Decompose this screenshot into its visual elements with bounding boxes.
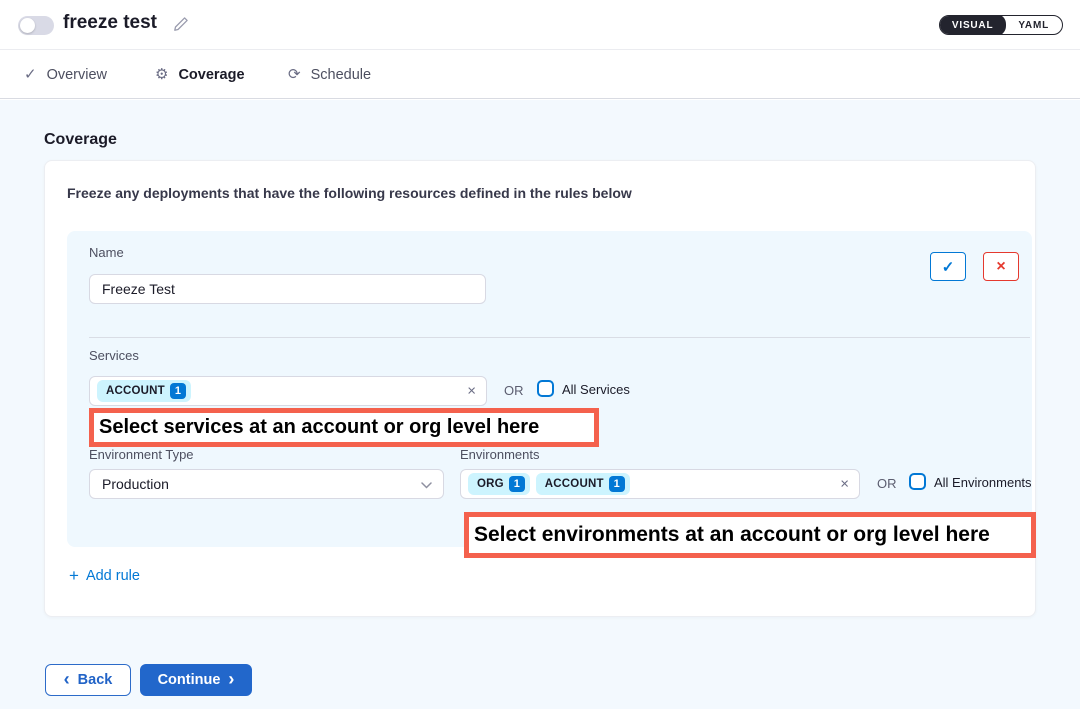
delete-rule-button[interactable]: × (983, 252, 1019, 281)
environment-tag-org[interactable]: ORG 1 (468, 473, 530, 495)
close-icon: × (996, 258, 1005, 276)
service-tag-account[interactable]: ACCOUNT 1 (97, 380, 191, 402)
environment-tag-account[interactable]: ACCOUNT 1 (536, 473, 630, 495)
rule-panel: Name ✓ × Services ACCOUNT 1 × (67, 231, 1032, 547)
all-services-label: All Services (562, 382, 630, 397)
freeze-studio-screen: freeze test VISUAL YAML ✓ Overview ⚙ Cov… (0, 0, 1080, 709)
check-icon: ✓ (942, 258, 955, 276)
tag-text: ORG (477, 478, 504, 490)
page-title: freeze test (63, 12, 157, 34)
check-icon: ✓ (24, 67, 37, 82)
back-button-label: Back (78, 672, 113, 688)
gear-icon: ⚙ (155, 67, 168, 82)
all-services-checkbox[interactable] (537, 380, 554, 397)
environment-type-value: Production (102, 476, 169, 492)
services-or-label: OR (504, 383, 524, 398)
chevron-down-icon (421, 482, 432, 489)
app-header: freeze test VISUAL YAML (0, 0, 1080, 50)
tag-count-badge: 1 (609, 476, 625, 492)
annotation-box-environments: Select environments at an account or org… (464, 512, 1036, 558)
environments-label: Environments (460, 447, 539, 462)
coverage-content: Coverage Freeze any deployments that hav… (0, 100, 1080, 709)
coverage-card: Freeze any deployments that have the fol… (44, 160, 1036, 617)
confirm-rule-button[interactable]: ✓ (930, 252, 966, 281)
yaml-mode-button[interactable]: YAML (1005, 15, 1062, 35)
chevron-right-icon: › (228, 670, 234, 688)
back-button[interactable]: ‹ Back (45, 664, 131, 696)
continue-button[interactable]: Continue › (140, 664, 252, 696)
tab-overview-label: Overview (47, 67, 107, 83)
toggle-knob (20, 18, 35, 33)
tab-overview[interactable]: ✓ Overview (24, 50, 107, 99)
edit-pencil-icon[interactable] (172, 15, 190, 33)
freeze-enabled-toggle[interactable] (18, 16, 54, 35)
schedule-clock-icon: ⟳ (288, 67, 301, 82)
tab-bar: ✓ Overview ⚙ Coverage ⟳ Schedule (0, 50, 1080, 99)
add-rule-label: Add rule (86, 568, 140, 584)
panel-divider (89, 337, 1030, 338)
tab-schedule[interactable]: ⟳ Schedule (288, 50, 371, 99)
annotation-box-services: Select services at an account or org lev… (89, 408, 599, 447)
tag-text: ACCOUNT (106, 385, 165, 397)
tab-coverage-label: Coverage (178, 67, 244, 83)
plus-icon: + (69, 567, 79, 584)
tag-text: ACCOUNT (545, 478, 604, 490)
name-input[interactable] (89, 274, 486, 304)
tab-schedule-label: Schedule (311, 67, 371, 83)
continue-button-label: Continue (158, 672, 221, 688)
services-multiselect[interactable]: ACCOUNT 1 × (89, 376, 487, 406)
tab-coverage[interactable]: ⚙ Coverage (155, 50, 245, 99)
environments-or-label: OR (877, 476, 897, 491)
name-label: Name (89, 245, 124, 260)
tag-count-badge: 1 (170, 383, 186, 399)
chevron-left-icon: ‹ (64, 670, 70, 688)
tag-count-badge: 1 (509, 476, 525, 492)
section-heading: Coverage (44, 131, 117, 149)
environment-type-label: Environment Type (89, 447, 194, 462)
all-environments-label: All Environments (934, 475, 1032, 490)
clear-services-icon[interactable]: × (467, 384, 476, 399)
environments-multiselect[interactable]: ORG 1 ACCOUNT 1 × (460, 469, 860, 499)
card-intro-text: Freeze any deployments that have the fol… (67, 185, 632, 201)
services-label: Services (89, 348, 139, 363)
clear-environments-icon[interactable]: × (840, 477, 849, 492)
add-rule-button[interactable]: + Add rule (69, 567, 140, 584)
view-mode-switch[interactable]: VISUAL YAML (939, 15, 1063, 35)
all-environments-checkbox[interactable] (909, 473, 926, 490)
environment-type-select[interactable]: Production (89, 469, 444, 499)
visual-mode-button[interactable]: VISUAL (939, 15, 1006, 35)
